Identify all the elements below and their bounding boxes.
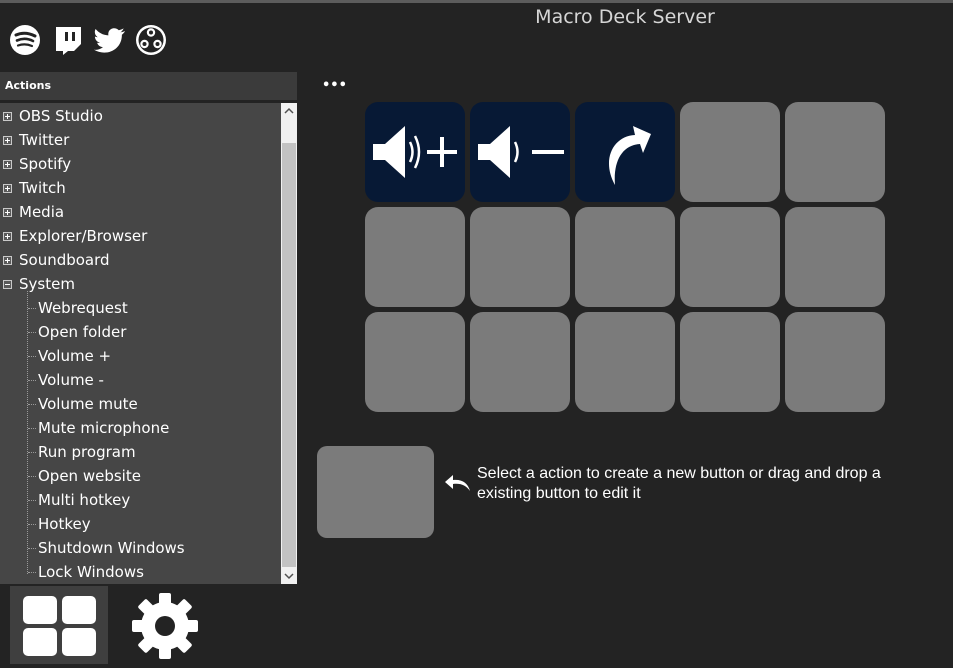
tree-item-label: Explorer/Browser <box>19 227 148 245</box>
volume-up-icon <box>373 126 457 178</box>
tree-action[interactable]: Volume - <box>38 369 104 391</box>
tree-item-label: Webrequest <box>38 299 128 317</box>
tree-item-label: Volume mute <box>38 395 138 413</box>
tree-connector <box>28 356 36 357</box>
curved-arrow-left-icon <box>445 475 470 491</box>
scroll-up-arrow-icon[interactable] <box>281 103 297 120</box>
empty-deck-slot[interactable] <box>575 207 675 307</box>
deck-button[interactable] <box>575 102 675 202</box>
tree-category[interactable]: OBS Studio <box>19 105 103 127</box>
empty-deck-slot[interactable] <box>575 312 675 412</box>
tree-action[interactable]: Mute microphone <box>38 417 169 439</box>
expand-plus-icon[interactable] <box>3 184 12 193</box>
tree-item-label: Media <box>19 203 65 221</box>
tree-action[interactable]: Run program <box>38 441 136 463</box>
actions-panel-header: Actions <box>0 72 297 100</box>
empty-deck-slot[interactable] <box>365 207 465 307</box>
tree-category[interactable]: Explorer/Browser <box>19 225 147 247</box>
app-title: Macro Deck Server <box>535 6 715 28</box>
tree-item-label: Volume + <box>38 347 112 365</box>
scroll-thumb[interactable] <box>282 143 296 567</box>
tree-action[interactable]: Webrequest <box>38 297 128 319</box>
more-options-button[interactable]: ••• <box>322 78 347 94</box>
actions-tree[interactable]: OBS Studio Twitter Spotify Twitch Media Explo… <box>0 103 297 584</box>
volume-down-icon <box>478 126 564 178</box>
expand-plus-icon[interactable] <box>3 232 12 241</box>
deck-button[interactable] <box>470 102 570 202</box>
tree-connector <box>28 572 36 573</box>
tree-item-label: Open folder <box>38 323 127 341</box>
tree-item-label: System <box>19 275 75 293</box>
tree-action[interactable]: Open folder <box>38 321 126 343</box>
editor-hint-text: Select a action to create a new button o… <box>477 465 881 502</box>
tree-item-label: Twitch <box>19 179 66 197</box>
tree-item-label: OBS Studio <box>19 107 103 125</box>
tree-action[interactable]: Volume + <box>38 345 111 367</box>
tree-item-label: Spotify <box>19 155 72 173</box>
tree-connector <box>28 476 36 477</box>
expand-plus-icon[interactable] <box>3 160 12 169</box>
tree-item-label: Lock Windows <box>38 563 144 581</box>
tree-connector <box>28 380 36 381</box>
deck-view-button[interactable] <box>10 586 108 664</box>
tree-action[interactable]: Shutdown Windows <box>38 537 185 559</box>
button-editor-preview[interactable] <box>317 446 434 538</box>
empty-deck-slot[interactable] <box>785 102 885 202</box>
expand-plus-icon[interactable] <box>3 136 12 145</box>
tree-connector <box>28 428 36 429</box>
tree-connector <box>28 404 36 405</box>
tree-connector <box>28 332 36 333</box>
empty-deck-slot[interactable] <box>470 312 570 412</box>
expand-plus-icon[interactable] <box>3 256 12 265</box>
scroll-down-arrow-icon[interactable] <box>281 567 297 584</box>
tree-action[interactable]: Hotkey <box>38 513 91 535</box>
empty-deck-slot[interactable] <box>680 102 780 202</box>
redo-arrow-icon <box>608 126 651 185</box>
tree-item-label: Mute microphone <box>38 419 170 437</box>
empty-deck-slot[interactable] <box>680 312 780 412</box>
tree-category[interactable]: System <box>19 273 75 295</box>
twitch-icon[interactable] <box>51 24 85 56</box>
tree-item-label: Shutdown Windows <box>38 539 185 557</box>
twitter-icon[interactable] <box>93 24 127 56</box>
tree-category[interactable]: Soundboard <box>19 249 110 271</box>
tree-connector <box>28 500 36 501</box>
empty-deck-slot[interactable] <box>785 312 885 412</box>
tree-item-label: Hotkey <box>38 515 91 533</box>
tree-item-label: Soundboard <box>19 251 110 269</box>
window-top-border <box>0 0 953 3</box>
tree-category[interactable]: Twitch <box>19 177 66 199</box>
tree-item-label: Run program <box>38 443 136 461</box>
tree-item-label: Volume - <box>38 371 104 389</box>
gear-icon[interactable] <box>126 592 204 660</box>
deck-grid-icon <box>23 596 96 656</box>
tree-action[interactable]: Volume mute <box>38 393 138 415</box>
tree-action[interactable]: Multi hotkey <box>38 489 130 511</box>
tree-connector <box>28 452 36 453</box>
deck-button[interactable] <box>365 102 465 202</box>
tree-item-label: Open website <box>38 467 141 485</box>
tree-category[interactable]: Media <box>19 201 64 223</box>
empty-deck-slot[interactable] <box>785 207 885 307</box>
tree-connector <box>28 524 36 525</box>
empty-deck-slot[interactable] <box>365 312 465 412</box>
tree-category[interactable]: Twitter <box>19 129 69 151</box>
tree-item-label: Twitter <box>19 131 70 149</box>
navigation-bar <box>0 586 297 667</box>
tree-action[interactable]: Open website <box>38 465 141 487</box>
tree-connector <box>28 548 36 549</box>
expand-plus-icon[interactable] <box>3 208 12 217</box>
spotify-icon[interactable] <box>8 24 42 56</box>
actions-scrollbar[interactable] <box>281 103 297 584</box>
collapse-minus-icon[interactable] <box>3 280 12 289</box>
tree-category[interactable]: Spotify <box>19 153 71 175</box>
tree-guide-line <box>27 291 28 574</box>
expand-plus-icon[interactable] <box>3 112 12 121</box>
tree-item-label: Multi hotkey <box>38 491 131 509</box>
empty-deck-slot[interactable] <box>680 207 780 307</box>
tree-connector <box>28 308 36 309</box>
tree-action[interactable]: Lock Windows <box>38 561 144 583</box>
empty-deck-slot[interactable] <box>470 207 570 307</box>
obs-icon[interactable] <box>134 24 168 56</box>
